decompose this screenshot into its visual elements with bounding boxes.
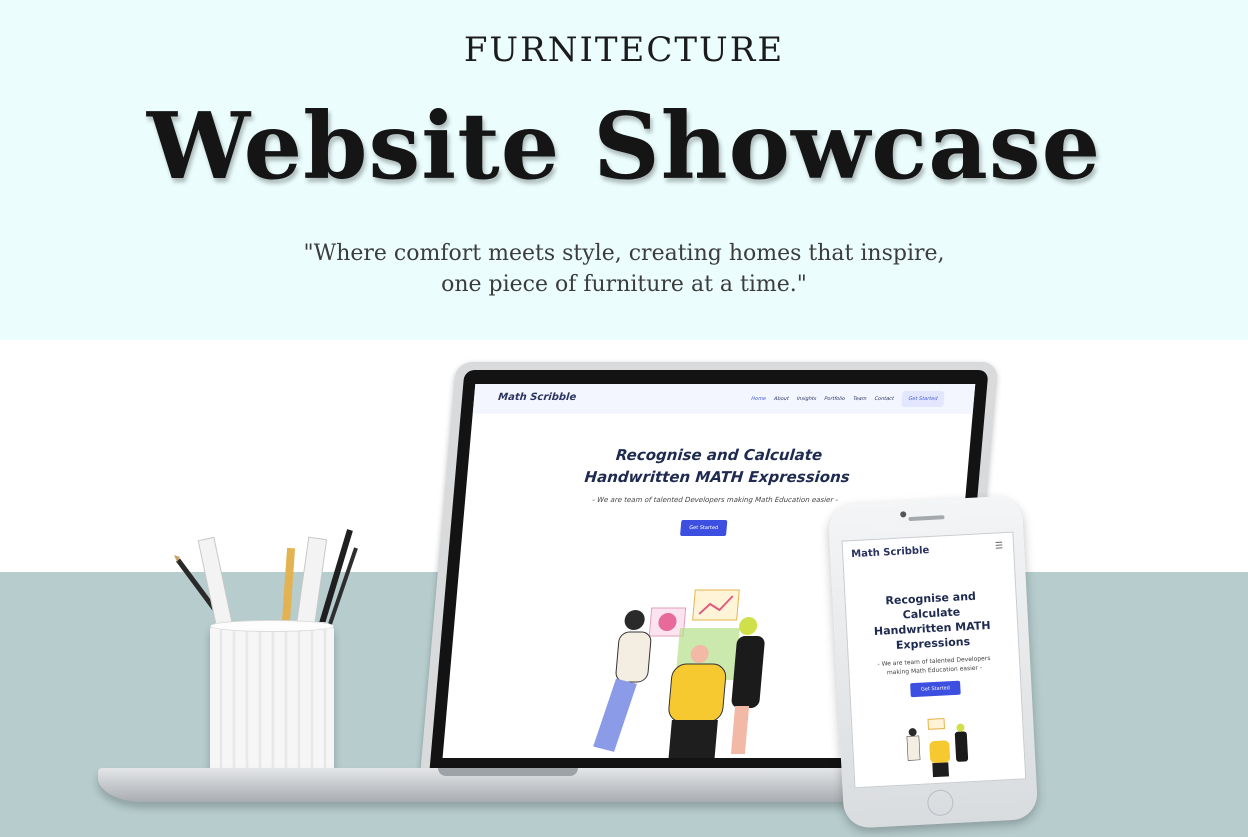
mobile-get-started-button[interactable]: Get Started (910, 680, 961, 698)
person-left-legs (593, 678, 637, 752)
person-right-legs (730, 706, 750, 754)
person-right-head (739, 617, 758, 635)
mobile-hero-illustration (906, 717, 969, 778)
site-logo[interactable]: Math Scribble (498, 392, 577, 403)
person-left-body (615, 631, 652, 683)
phone-home-button[interactable] (926, 789, 955, 817)
mobile-person-center-legs (932, 762, 950, 778)
mobile-chart-card (927, 717, 946, 730)
nav-contact[interactable]: Contact (874, 396, 894, 402)
nav-about[interactable]: About (774, 396, 789, 402)
hero-illustration (593, 589, 765, 758)
mobile-hero-title: Recognise and Calculate Handwritten MATH… (845, 587, 1018, 656)
nav-get-started-button[interactable]: Get Started (901, 391, 945, 407)
person-center-body (668, 663, 727, 723)
mobile-site-logo[interactable]: Math Scribble (851, 545, 930, 560)
mobile-person-right-body (954, 731, 969, 762)
tagline-quote: "Where comfort meets style, creating hom… (274, 238, 974, 300)
mobile-person-left-body (906, 735, 921, 761)
phone-mockup: Math Scribble ☰ Recognise and Calculate … (827, 495, 1039, 829)
page-title: Website Showcase (146, 92, 1102, 200)
pencil-cup (210, 620, 334, 784)
person-center-legs (668, 720, 718, 758)
hamburger-icon[interactable]: ☰ (995, 541, 1004, 551)
mobile-person-left (908, 728, 917, 737)
nav-team[interactable]: Team (853, 396, 867, 402)
ruler-left (197, 536, 235, 636)
phone-speaker (908, 515, 945, 522)
site-navbar: Math Scribble Home About Insights Portfo… (472, 384, 976, 414)
hero-title-line-2: Handwritten MATH Expressions (583, 468, 851, 486)
nav-portfolio[interactable]: Portfolio (824, 396, 845, 402)
phone-screen: Math Scribble ☰ Recognise and Calculate … (841, 531, 1027, 789)
laptop-base (98, 768, 918, 802)
person-left-head (624, 610, 645, 630)
hero-title: Recognise and Calculate Handwritten MATH… (466, 444, 970, 488)
site-menu: Home About Insights Portfolio Team Conta… (751, 396, 894, 402)
tagline-line-2: one piece of furniture at a time." (441, 272, 807, 297)
mobile-person-right-head (956, 723, 965, 732)
mobile-person-center-body (929, 740, 951, 764)
chart-card (692, 589, 740, 621)
tagline-line-1: "Where comfort meets style, creating hom… (303, 241, 945, 266)
hero-get-started-button[interactable]: Get Started (679, 520, 728, 536)
hero-title-line-1: Recognise and Calculate (615, 446, 823, 464)
mobile-hero-subtitle: - We are team of talented Developers mak… (853, 653, 1016, 679)
brand-name: FURNITECTURE (463, 30, 785, 70)
nav-home[interactable]: Home (751, 396, 766, 402)
phone-camera-icon (900, 511, 907, 518)
pencil-cup-rim (210, 620, 334, 632)
nav-insights[interactable]: Insights (797, 396, 817, 402)
laptop-trackpad-notch (438, 768, 578, 776)
